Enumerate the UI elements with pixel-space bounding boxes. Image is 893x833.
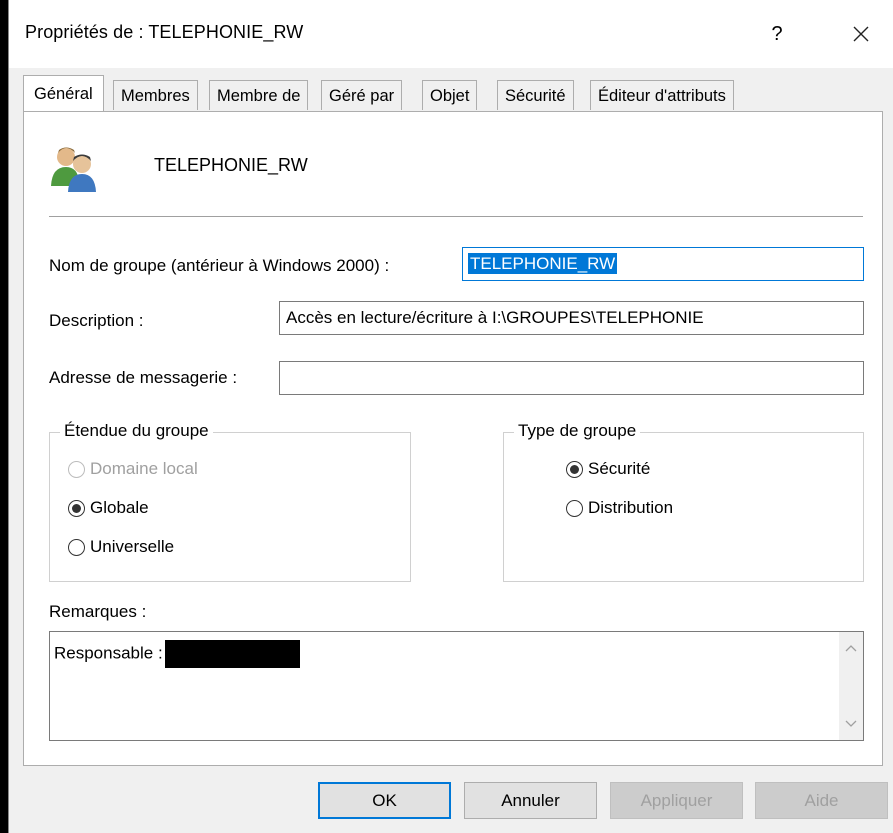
- group-users-icon: [51, 147, 96, 192]
- group-scope-box: Étendue du groupe Domaine local Globale …: [49, 421, 411, 582]
- cancel-button[interactable]: Annuler: [464, 782, 597, 819]
- type-security-radio[interactable]: Sécurité: [566, 459, 650, 479]
- tab-panel-general: TELEPHONIE_RW Nom de groupe (antérieur à…: [23, 111, 883, 766]
- separator: [49, 216, 863, 217]
- tab-managed-by[interactable]: Géré par: [321, 80, 403, 110]
- email-input[interactable]: [279, 361, 864, 395]
- description-label: Description :: [49, 311, 144, 330]
- selected-text: TELEPHONIE_RW: [468, 253, 618, 274]
- scroll-up-icon[interactable]: [839, 636, 863, 660]
- pre2000-name-label: Nom de groupe (antérieur à Windows 2000)…: [49, 256, 390, 275]
- tab-security[interactable]: Sécurité: [497, 80, 574, 110]
- properties-dialog: Propriétés de : TELEPHONIE_RW ? Général …: [8, 0, 893, 833]
- close-icon: [853, 26, 869, 42]
- scroll-down-icon[interactable]: [839, 712, 863, 736]
- scope-domain-local-radio[interactable]: Domaine local: [68, 459, 198, 479]
- window-title: Propriétés de : TELEPHONIE_RW: [25, 22, 304, 42]
- tab-members[interactable]: Membres: [113, 80, 198, 110]
- tab-attribute-editor[interactable]: Éditeur d'attributs: [590, 80, 734, 110]
- type-distribution-radio[interactable]: Distribution: [566, 498, 673, 518]
- tab-general[interactable]: Général: [23, 75, 104, 111]
- title-bar: Propriétés de : TELEPHONIE_RW ?: [9, 0, 893, 68]
- help-dialog-button[interactable]: Aide: [755, 782, 888, 819]
- group-name-heading: TELEPHONIE_RW: [154, 155, 308, 175]
- help-button[interactable]: ?: [755, 14, 799, 54]
- notes-label: Remarques :: [49, 602, 147, 621]
- close-button[interactable]: [839, 14, 883, 54]
- tab-object[interactable]: Objet: [422, 80, 478, 110]
- group-scope-title: Étendue du groupe: [60, 421, 213, 441]
- scope-global-radio[interactable]: Globale: [68, 498, 149, 518]
- email-label: Adresse de messagerie :: [49, 368, 238, 387]
- ok-button[interactable]: OK: [318, 782, 451, 819]
- group-type-title: Type de groupe: [514, 421, 641, 441]
- group-type-box: Type de groupe Sécurité Distribution: [503, 421, 864, 582]
- apply-button[interactable]: Appliquer: [610, 782, 743, 819]
- redacted-block: [164, 640, 300, 668]
- description-input[interactable]: Accès en lecture/écriture à I:\GROUPES\T…: [279, 301, 864, 335]
- tab-member-of[interactable]: Membre de: [209, 80, 309, 110]
- notes-text: Responsable :: [54, 640, 300, 668]
- notes-textarea[interactable]: Responsable :: [49, 631, 864, 741]
- scope-universal-radio[interactable]: Universelle: [68, 537, 174, 557]
- pre2000-name-input[interactable]: TELEPHONIE_RW: [462, 247, 864, 281]
- notes-scrollbar[interactable]: [839, 632, 863, 740]
